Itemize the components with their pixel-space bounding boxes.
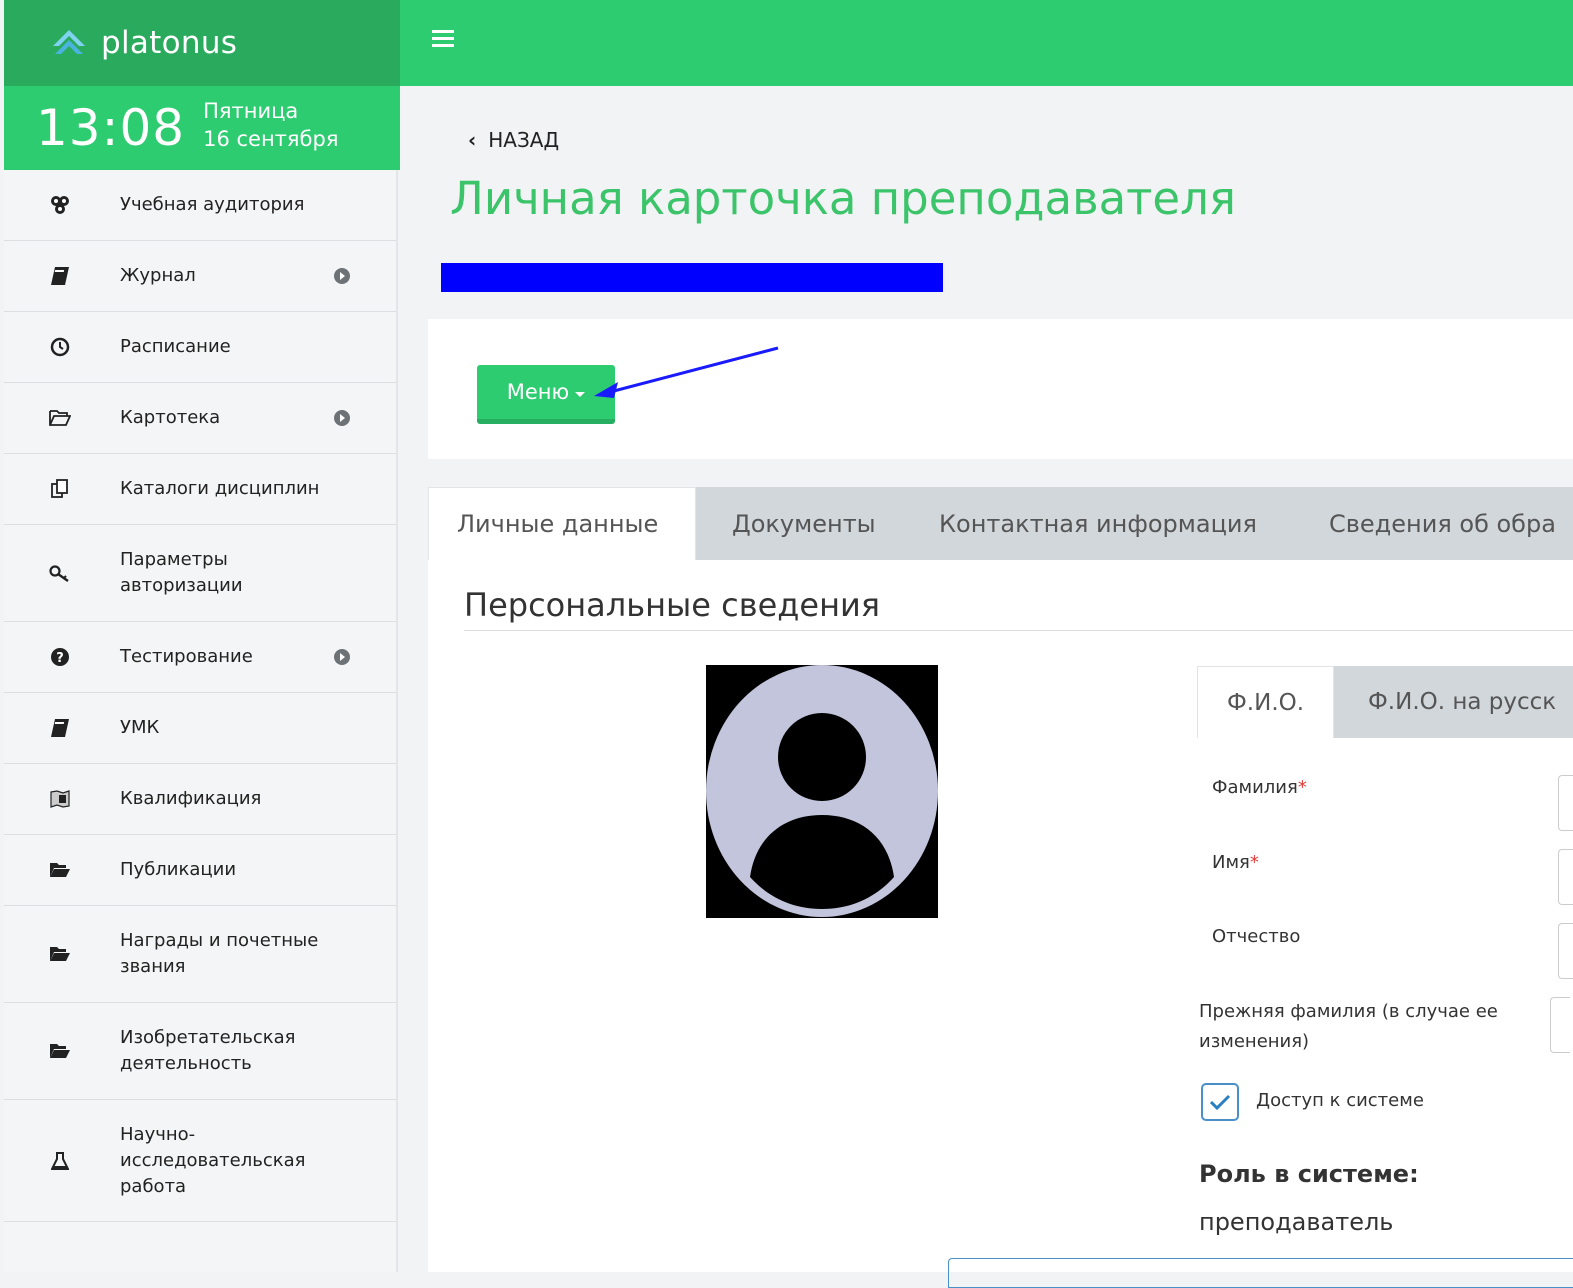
sidebar-item-label: Каталоги дисциплин (120, 478, 320, 499)
svg-text:?: ? (56, 651, 64, 666)
top-bar (400, 0, 1573, 86)
sidebar-item-card-index[interactable]: Картотека (4, 383, 396, 454)
clock-icon (48, 335, 72, 359)
sidebar-item-publications[interactable]: Публикации (4, 835, 396, 906)
sidebar-item-label: Научно-исследовательская работа (120, 1123, 306, 1197)
sidebar-item-classroom[interactable]: Учебная аудитория (4, 170, 396, 241)
tab-documents[interactable]: Документы (696, 487, 906, 560)
sidebar-item-awards[interactable]: Награды и почетные звания (4, 906, 396, 1003)
required-mark: * (1297, 777, 1307, 798)
annotation-arrow-icon (594, 346, 779, 398)
sidebar-item-inventions[interactable]: Изобретательская деятельность (4, 1003, 396, 1100)
sidebar-item-umk[interactable]: УМК (4, 693, 396, 764)
section-title: Персональные сведения (464, 586, 881, 624)
sidebar-item-label: Учебная аудитория (120, 194, 305, 215)
map-icon (48, 787, 72, 811)
sidebar-menu: Учебная аудитория Журнал Расписание Карт… (4, 170, 396, 1222)
tab-label: Контактная информация (939, 509, 1257, 538)
check-icon (1209, 1094, 1231, 1111)
tab-label: Сведения об обра (1329, 509, 1556, 538)
sidebar-item-journal[interactable]: Журнал (4, 241, 396, 312)
previous-surname-input[interactable] (1550, 997, 1570, 1053)
clock-time: 13:08 (36, 99, 186, 157)
logo-bar[interactable]: platonus (4, 0, 400, 86)
sidebar-item-label: УМК (120, 717, 160, 738)
clock-date: 16 сентября (203, 127, 339, 151)
folder-icon (48, 858, 72, 882)
clock-widget: 13:08 Пятница 16 сентября (4, 86, 400, 170)
sidebar-item-label: Квалификация (120, 788, 262, 809)
partial-input[interactable] (948, 1258, 1573, 1288)
chevron-right-icon[interactable] (334, 649, 350, 665)
role-value: преподаватель (1199, 1208, 1394, 1236)
first-name-label: Имя* (1212, 852, 1259, 873)
logo-chevron-icon (53, 30, 85, 54)
sidebar-item-label: Параметры авторизации (120, 549, 243, 596)
tab-label: Ф.И.О. (1227, 689, 1305, 716)
surname-input[interactable] (1558, 775, 1573, 831)
patronymic-input[interactable] (1558, 923, 1573, 979)
flask-icon (48, 1149, 72, 1173)
folder-icon (48, 1039, 72, 1063)
role-heading: Роль в системе: (1199, 1160, 1419, 1188)
chevron-right-icon[interactable] (334, 268, 350, 284)
tab-contact-info[interactable]: Контактная информация (906, 487, 1296, 560)
page-title: Личная карточка преподавателя (450, 172, 1236, 225)
sidebar-item-research[interactable]: Научно-исследовательская работа (4, 1100, 396, 1222)
sidebar-item-label: Расписание (120, 336, 231, 357)
tab-fio-russian[interactable]: Ф.И.О. на русск (1334, 666, 1573, 738)
tab-education-info[interactable]: Сведения об обра (1296, 487, 1573, 560)
sidebar-item-qualification[interactable]: Квалификация (4, 764, 396, 835)
sidebar: platonus 13:08 Пятница 16 сентября Учебн… (4, 0, 400, 1272)
avatar[interactable] (706, 665, 938, 918)
tab-personal-data[interactable]: Личные данные (428, 487, 696, 560)
back-link-label: НАЗАД (488, 128, 560, 152)
clock-weekday: Пятница (203, 99, 299, 123)
system-access-label: Доступ к системе (1256, 1090, 1424, 1111)
book-icon (48, 264, 72, 288)
sidebar-item-auth-params[interactable]: Параметры авторизации (4, 525, 396, 622)
previous-surname-label: Прежняя фамилия (в случае ее изменения) (1199, 1001, 1498, 1052)
logo-text: platonus (101, 25, 238, 61)
copy-icon (48, 477, 72, 501)
first-name-input[interactable] (1558, 849, 1573, 905)
tab-fio[interactable]: Ф.И.О. (1197, 666, 1334, 738)
key-icon (48, 561, 72, 585)
tab-label: Ф.И.О. на русск (1368, 689, 1557, 715)
tab-label: Личные данные (457, 510, 659, 538)
sidebar-item-label: Тестирование (120, 646, 253, 667)
sidebar-item-label: Награды и почетные звания (120, 930, 319, 977)
sidebar-item-label: Журнал (120, 265, 196, 286)
hamburger-menu-icon[interactable] (432, 30, 454, 47)
sidebar-item-discipline-catalogs[interactable]: Каталоги дисциплин (4, 454, 396, 525)
surname-label: Фамилия* (1212, 777, 1307, 798)
users-group-icon (48, 193, 72, 217)
section-divider (464, 630, 1573, 631)
sidebar-item-schedule[interactable]: Расписание (4, 312, 396, 383)
book-icon (48, 716, 72, 740)
tab-label: Документы (732, 509, 876, 538)
redaction-bar (441, 263, 943, 292)
menu-button-label: Меню (506, 380, 570, 404)
question-circle-icon: ? (48, 645, 72, 669)
sidebar-item-label: Изобретательская деятельность (120, 1027, 296, 1074)
tab-strip: Личные данные Документы Контактная инфор… (428, 487, 1573, 560)
patronymic-label: Отчество (1212, 926, 1301, 947)
sidebar-item-label: Картотека (120, 407, 221, 428)
name-tabs: Ф.И.О. Ф.И.О. на русск (1197, 666, 1573, 738)
sidebar-item-label: Публикации (120, 859, 237, 880)
back-link[interactable]: ‹ НАЗАД (468, 128, 559, 152)
system-access-checkbox[interactable] (1201, 1083, 1239, 1121)
sidebar-item-testing[interactable]: ? Тестирование (4, 622, 396, 693)
user-placeholder-icon (706, 665, 938, 917)
chevron-left-icon: ‹ (468, 128, 477, 152)
folder-icon (48, 942, 72, 966)
folder-open-icon (48, 406, 72, 430)
chevron-right-icon[interactable] (334, 410, 350, 426)
required-mark: * (1249, 852, 1259, 873)
